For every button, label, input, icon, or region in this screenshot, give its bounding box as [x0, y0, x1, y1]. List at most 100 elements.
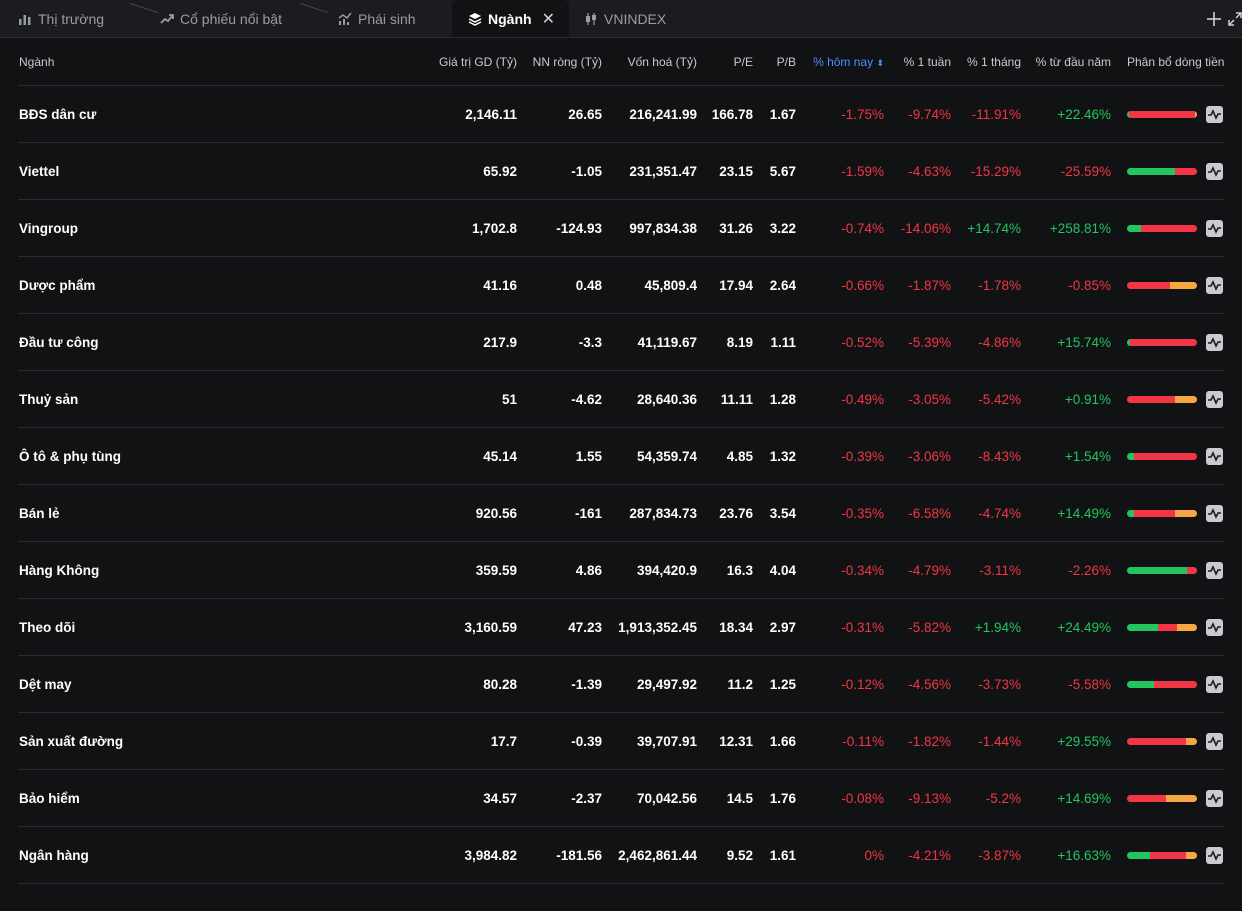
table-row[interactable]: BĐS dân cư 2,146.11 26.65 216,241.99 166.78 1…	[0, 86, 1242, 143]
table-row[interactable]: Theo dõi 3,160.59 47.23 1,913,352.45 18.34 2.…	[0, 599, 1242, 656]
column-header-foreign-net[interactable]: NN ròng (Tỷ)	[517, 38, 602, 86]
column-header-sector[interactable]: Ngành	[19, 38, 54, 86]
cell-foreign-net: -2.37	[571, 791, 602, 806]
money-flow-bar	[1127, 168, 1197, 175]
sector-name[interactable]: Vingroup	[19, 200, 78, 257]
tab-label: VNINDEX	[604, 10, 667, 27]
cell-ytd: -25.59%	[1060, 164, 1111, 179]
tab-nganh[interactable]: Ngành ✕	[452, 0, 569, 37]
sector-name[interactable]: Đầu tư công	[19, 314, 99, 371]
tab-divider	[300, 3, 329, 14]
table-row[interactable]: Thuỷ sản 51 -4.62 28,640.36 11.11 1.28 -0.49% -…	[0, 371, 1242, 428]
flow-down-segment	[1134, 453, 1197, 460]
cell-today: 0%	[864, 848, 884, 863]
cell-week: -3.06%	[908, 449, 951, 464]
flow-flat-segment	[1177, 624, 1197, 631]
cell-pe: 14.5	[726, 791, 753, 806]
cell-week: -5.39%	[908, 335, 951, 350]
sector-name[interactable]: Dệt may	[19, 656, 72, 713]
sector-name[interactable]: Theo dõi	[19, 599, 75, 656]
cell-ytd: +16.63%	[1057, 848, 1111, 863]
sector-name[interactable]: Dược phẩm	[19, 257, 95, 314]
cell-pe: 4.85	[726, 449, 753, 464]
chart-icon[interactable]	[1206, 790, 1223, 807]
chart-icon[interactable]	[1206, 106, 1223, 123]
cell-value: 41.16	[483, 278, 517, 293]
sector-name[interactable]: Bán lẻ	[19, 485, 60, 542]
column-header-market-cap[interactable]: Vốn hoá (Tỷ)	[602, 38, 697, 86]
sector-name[interactable]: Hàng Không	[19, 542, 99, 599]
table-row[interactable]: Bán lẻ 920.56 -161 287,834.73 23.76 3.54 -0.35…	[0, 485, 1242, 542]
cell-pb: 1.66	[769, 734, 796, 749]
sector-name[interactable]: Viettel	[19, 143, 59, 200]
column-header-pe[interactable]: P/E	[697, 38, 753, 86]
cell-month: -3.87%	[978, 848, 1021, 863]
column-header-month[interactable]: % 1 tháng	[951, 38, 1021, 86]
close-icon[interactable]: ✕	[542, 9, 555, 29]
column-header-ytd[interactable]: % từ đầu năm	[1021, 38, 1111, 86]
flow-up-segment	[1127, 681, 1154, 688]
chart-icon[interactable]	[1206, 448, 1223, 465]
column-header-pb[interactable]: P/B	[753, 38, 796, 86]
cell-pe: 12.31	[719, 734, 753, 749]
sector-name[interactable]: BĐS dân cư	[19, 86, 96, 143]
chart-icon[interactable]	[1206, 619, 1223, 636]
cell-foreign-net: -3.3	[578, 335, 602, 350]
sector-name[interactable]: Thuỷ sản	[19, 371, 78, 428]
chart-icon[interactable]	[1206, 733, 1223, 750]
column-header-value[interactable]: Giá trị GD (Tỷ)	[417, 38, 517, 86]
table-row[interactable]: Đầu tư công 217.9 -3.3 41,119.67 8.19 1.11 -0.…	[0, 314, 1242, 371]
cell-foreign-net: 47.23	[568, 620, 602, 635]
cell-today: -0.52%	[841, 335, 884, 350]
flow-flat-segment	[1170, 282, 1197, 289]
tab-label: Ngành	[488, 10, 532, 27]
cell-value: 920.56	[475, 506, 517, 521]
cell-month: -1.78%	[978, 278, 1021, 293]
cell-market-cap: 54,359.74	[636, 449, 697, 464]
table-row[interactable]: Dệt may 80.28 -1.39 29,497.92 11.2 1.25 -0.12%…	[0, 656, 1242, 713]
sector-name[interactable]: Bảo hiểm	[19, 770, 80, 827]
chart-icon[interactable]	[1206, 562, 1223, 579]
table-row[interactable]: Bảo hiểm 34.57 -2.37 70,042.56 14.5 1.76 -0.08…	[0, 770, 1242, 827]
chart-icon[interactable]	[1206, 847, 1223, 864]
table-row[interactable]: Vingroup 1,702.8 -124.93 997,834.38 31.26 3.2…	[0, 200, 1242, 257]
column-header-flow[interactable]: Phân bổ dòng tiền	[1127, 38, 1224, 86]
chart-icon[interactable]	[1206, 220, 1223, 237]
cell-market-cap: 41,119.67	[637, 335, 697, 350]
chart-icon[interactable]	[1206, 391, 1223, 408]
sector-name[interactable]: Sản xuất đường	[19, 713, 123, 770]
chart-icon[interactable]	[1206, 676, 1223, 693]
cell-pe: 18.34	[719, 620, 753, 635]
flow-up-segment	[1127, 168, 1175, 175]
tab-vnindex[interactable]: VNINDEX	[584, 0, 666, 37]
table-row[interactable]: Viettel 65.92 -1.05 231,351.47 23.15 5.67 -1.5…	[0, 143, 1242, 200]
table-row[interactable]: Dược phẩm 41.16 0.48 45,809.4 17.94 2.64 -0.66…	[0, 257, 1242, 314]
cell-market-cap: 28,640.36	[636, 392, 697, 407]
sector-name[interactable]: Ô tô & phụ tùng	[19, 428, 121, 485]
tab-phai-sinh[interactable]: Phái sinh	[338, 0, 416, 37]
money-flow-bar	[1127, 396, 1197, 403]
table-row[interactable]: Ô tô & phụ tùng 45.14 1.55 54,359.74 4.85 1.3…	[0, 428, 1242, 485]
candlestick-icon	[586, 12, 596, 25]
flow-down-segment	[1127, 396, 1175, 403]
chart-icon[interactable]	[1206, 334, 1223, 351]
cell-today: -0.08%	[841, 791, 884, 806]
tab-thi-truong[interactable]: Thị trường	[18, 0, 104, 37]
chart-icon[interactable]	[1206, 163, 1223, 180]
cell-pb: 1.61	[769, 848, 796, 863]
expand-button[interactable]	[1228, 0, 1242, 37]
column-header-today[interactable]: % hôm nay ⬍	[796, 38, 884, 86]
chart-icon[interactable]	[1206, 277, 1223, 294]
column-header-week[interactable]: % 1 tuần	[884, 38, 951, 86]
sector-name[interactable]: Ngân hàng	[19, 827, 89, 884]
expand-icon	[1228, 11, 1242, 26]
table-row[interactable]: Ngân hàng 3,984.82 -181.56 2,462,861.44 9.52…	[0, 827, 1242, 884]
add-tab-button[interactable]	[1206, 0, 1222, 37]
table-row[interactable]: Hàng Không 359.59 4.86 394,420.9 16.3 4.04 -0.…	[0, 542, 1242, 599]
table-row[interactable]: Sản xuất đường 17.7 -0.39 39,707.91 12.31 1.6…	[0, 713, 1242, 770]
money-flow-bar	[1127, 510, 1197, 517]
cell-value: 217.9	[483, 335, 517, 350]
tab-co-phieu-noi-bat[interactable]: Cổ phiếu nổi bật	[160, 0, 282, 37]
chart-icon[interactable]	[1206, 505, 1223, 522]
flow-down-segment	[1129, 111, 1195, 118]
